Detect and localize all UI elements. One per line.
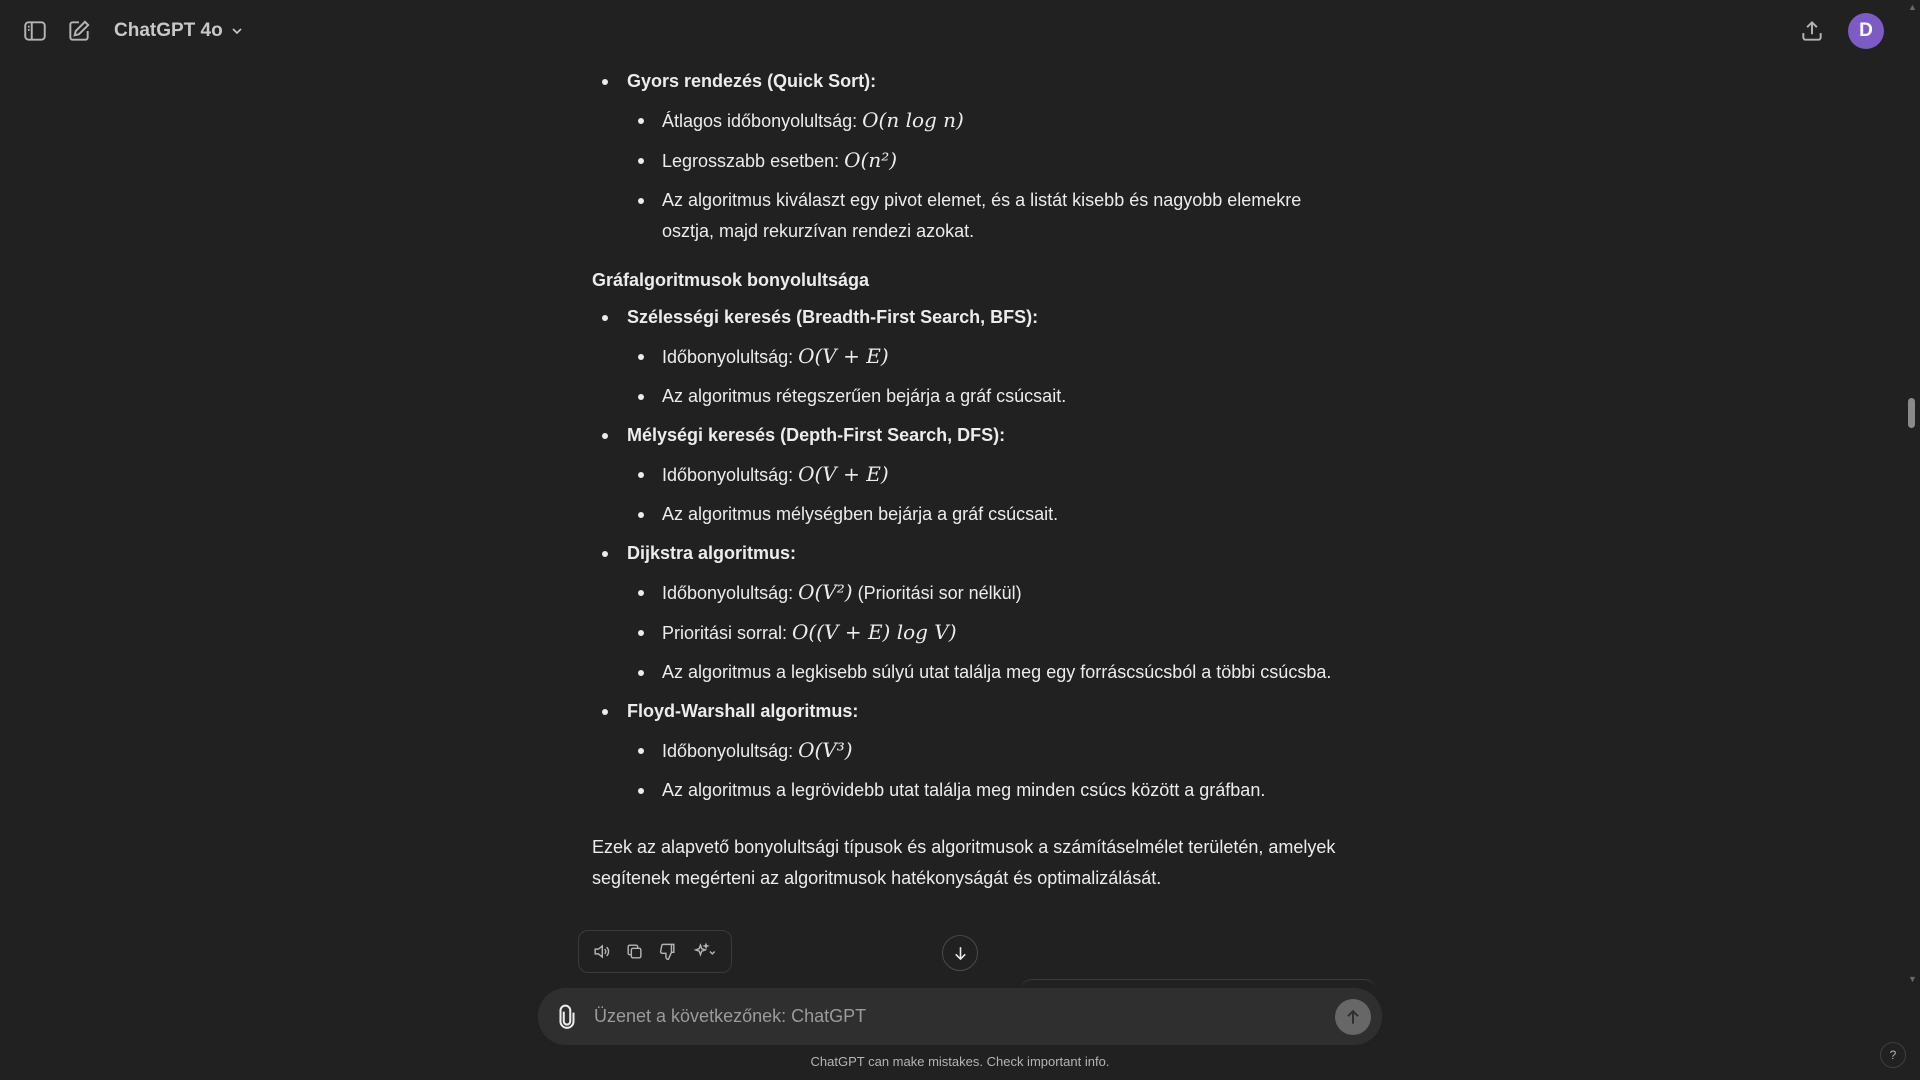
math-expression: O(V²): [798, 580, 853, 604]
math-expression: O(V + E): [798, 344, 889, 368]
description-text: Az algoritmus a legrövidebb utat találja…: [662, 780, 1266, 800]
label-text: Időbonyolultság:: [662, 347, 799, 367]
assistant-message: Gyors rendezés (Quick Sort): Átlagos idő…: [592, 66, 1352, 894]
sort-list: Gyors rendezés (Quick Sort): Átlagos idő…: [592, 66, 1352, 247]
math-expression: O(n²): [844, 148, 898, 172]
math-expression: O((V + E) log V): [792, 620, 957, 644]
list-item: Az algoritmus a legkisebb súlyú utat tal…: [627, 657, 1352, 688]
message-actions: [578, 930, 732, 973]
closing-paragraph: Ezek az alapvető bonyolultsági típusok é…: [592, 837, 1336, 888]
math-expression: O(V + E): [798, 462, 889, 486]
top-bar: ChatGPT 4o D: [0, 0, 1920, 62]
list-item: Az algoritmus kiválaszt egy pivot elemet…: [627, 185, 1352, 247]
label-text: Időbonyolultság:: [662, 465, 799, 485]
thumbs-down-icon[interactable]: [655, 940, 679, 964]
list-item: Időbonyolultság: O(V³): [627, 735, 1352, 767]
graph-list: Szélességi keresés (Breadth-First Search…: [592, 302, 1352, 806]
label-text: Időbonyolultság:: [662, 583, 799, 603]
list-item: Az algoritmus rétegszerűen bejárja a grá…: [627, 381, 1352, 412]
floyd-title: Floyd-Warshall algoritmus:: [627, 701, 859, 721]
list-item: Mélységi keresés (Depth-First Search, DF…: [592, 420, 1352, 530]
new-chat-icon[interactable]: [59, 11, 99, 51]
send-button[interactable]: [1335, 999, 1371, 1035]
list-item: Gyors rendezés (Quick Sort): Átlagos idő…: [592, 66, 1352, 247]
chevron-down-icon: [232, 28, 242, 35]
list-item: Az algoritmus a legrövidebb utat találja…: [627, 775, 1352, 806]
share-icon[interactable]: [1792, 11, 1832, 51]
copy-icon[interactable]: [622, 940, 646, 964]
label-text: Időbonyolultság:: [662, 741, 799, 761]
math-expression: O(n log n): [862, 108, 964, 132]
note-text: (Prioritási sor nélkül): [852, 583, 1022, 603]
quicksort-title: Gyors rendezés (Quick Sort):: [627, 71, 877, 91]
scroll-up-arrow-icon[interactable]: ▲: [1908, 2, 1917, 12]
model-label: ChatGPT 4o: [114, 20, 223, 41]
label-text: Legrosszabb esetben:: [662, 151, 845, 171]
dfs-title: Mélységi keresés (Depth-First Search, DF…: [627, 425, 1006, 445]
description-text: Az algoritmus rétegszerűen bejárja a grá…: [662, 386, 1067, 406]
dijkstra-title: Dijkstra algoritmus:: [627, 543, 797, 563]
list-item: Szélességi keresés (Breadth-First Search…: [592, 302, 1352, 412]
arrow-down-icon: [954, 946, 966, 960]
list-item: Az algoritmus mélységben bejárja a gráf …: [627, 499, 1352, 530]
list-item: Dijkstra algoritmus: Időbonyolultság: O(…: [592, 538, 1352, 688]
description-text: Az algoritmus kiválaszt egy pivot elemet…: [662, 190, 1302, 241]
regenerate-sparkle-icon[interactable]: [688, 940, 724, 964]
avatar[interactable]: D: [1848, 13, 1884, 49]
list-item: Floyd-Warshall algoritmus: Időbonyolults…: [592, 696, 1352, 806]
list-item: Legrosszabb esetben: O(n²): [627, 145, 1352, 177]
scrollbar[interactable]: ▲ ▼: [1904, 0, 1920, 1000]
description-text: Az algoritmus a legkisebb súlyú utat tal…: [662, 662, 1332, 682]
attach-icon[interactable]: [554, 1004, 580, 1030]
scroll-to-bottom-button[interactable]: [942, 935, 978, 971]
help-button[interactable]: ?: [1880, 1042, 1906, 1068]
section-heading: Gráfalgoritmusok bonyolultsága: [592, 270, 870, 290]
scroll-down-arrow-icon[interactable]: ▼: [1908, 974, 1917, 984]
arrow-up-icon: [1347, 1009, 1359, 1024]
label-text: Átlagos időbonyolultság:: [662, 111, 863, 131]
sidebar-toggle-icon[interactable]: [15, 11, 55, 51]
message-composer: [538, 988, 1382, 1045]
scrollbar-thumb[interactable]: [1908, 398, 1915, 428]
read-aloud-icon[interactable]: [589, 940, 613, 964]
description-text: Az algoritmus mélységben bejárja a gráf …: [662, 504, 1059, 524]
model-selector[interactable]: ChatGPT 4o: [114, 16, 245, 46]
message-input[interactable]: [594, 1000, 1294, 1033]
label-text: Prioritási sorral:: [662, 623, 793, 643]
list-item: Időbonyolultság: O(V²) (Prioritási sor n…: [627, 577, 1352, 609]
disclaimer-text: ChatGPT can make mistakes. Check importa…: [810, 1054, 1110, 1069]
list-item: Időbonyolultság: O(V + E): [627, 459, 1352, 491]
math-expression: O(V³): [798, 738, 853, 762]
bfs-title: Szélességi keresés (Breadth-First Search…: [627, 307, 1039, 327]
list-item: Átlagos időbonyolultság: O(n log n): [627, 105, 1352, 137]
list-item: Időbonyolultság: O(V + E): [627, 341, 1352, 373]
list-item: Prioritási sorral: O((V + E) log V): [627, 617, 1352, 649]
